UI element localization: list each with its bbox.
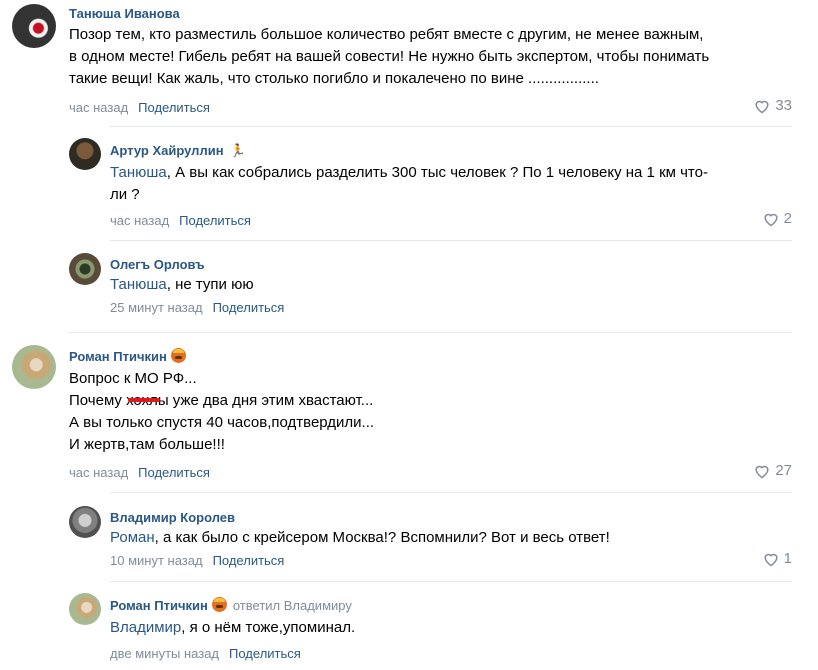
heart-icon: [764, 213, 778, 226]
comment-text: Роман, а как было с крейсером Москва!? В…: [110, 529, 610, 546]
share-button[interactable]: Поделиться: [213, 553, 285, 568]
comment-meta: час назад Поделиться: [110, 213, 251, 228]
comment-time[interactable]: час назад: [69, 100, 128, 115]
divider: [110, 492, 792, 493]
share-button[interactable]: Поделиться: [229, 646, 301, 661]
avatar[interactable]: [69, 593, 101, 625]
comment-author[interactable]: Танюша Иванова: [69, 6, 180, 21]
divider: [69, 332, 792, 333]
avatar[interactable]: [69, 138, 101, 170]
avatar[interactable]: [12, 345, 56, 389]
comment-author[interactable]: Роман Птичкин: [69, 348, 186, 364]
mention-link[interactable]: Владимир: [110, 619, 181, 636]
share-button[interactable]: Поделиться: [138, 465, 210, 480]
comment-time[interactable]: две минуты назад: [110, 646, 219, 661]
avatar[interactable]: [12, 4, 56, 48]
divider: [110, 240, 792, 241]
censor-mark: [128, 398, 160, 402]
share-button[interactable]: Поделиться: [138, 100, 210, 115]
comment-meta: 10 минут назад Поделиться: [110, 553, 284, 568]
heart-icon: [755, 100, 769, 113]
comment-time[interactable]: 25 минут назад: [110, 300, 203, 315]
share-button[interactable]: Поделиться: [179, 213, 251, 228]
mention-link[interactable]: Танюша: [110, 276, 167, 293]
comment-author[interactable]: Владимир Королев: [110, 510, 235, 525]
comment-time[interactable]: 10 минут назад: [110, 553, 203, 568]
like-count: 1: [783, 550, 792, 567]
comment-meta: час назад Поделиться: [69, 465, 210, 480]
heart-icon: [755, 465, 769, 478]
avatar[interactable]: [69, 506, 101, 538]
like-button[interactable]: 2: [762, 210, 792, 227]
like-button[interactable]: 33: [753, 97, 792, 114]
comment-text: Танюша, А вы как собрались разделить 300…: [110, 164, 708, 203]
comment-meta: час назад Поделиться: [69, 100, 210, 115]
divider: [110, 581, 792, 582]
share-button[interactable]: Поделиться: [213, 300, 285, 315]
comment-time[interactable]: час назад: [69, 465, 128, 480]
comment-author[interactable]: Олегъ Орловъ: [110, 257, 205, 272]
comment-text: Позор тем, кто разместиль большое количе…: [69, 26, 710, 87]
comment-author[interactable]: Роман Птичкин ответил Владимиру: [110, 597, 352, 613]
angry-emoji-icon: [211, 597, 227, 612]
comment-text: Вопрос к МО РФ... Почему хохлы уже два д…: [69, 370, 375, 453]
like-count: 33: [775, 97, 792, 114]
mention-link[interactable]: Роман: [110, 529, 155, 546]
comment-time[interactable]: час назад: [110, 213, 169, 228]
comment-author[interactable]: Артур Хайруллин 🏃: [110, 143, 246, 159]
replied-to[interactable]: ответил Владимиру: [233, 598, 352, 613]
heart-icon: [764, 553, 778, 566]
runner-icon: 🏃: [229, 143, 246, 158]
like-button[interactable]: 1: [762, 550, 792, 567]
angry-emoji-icon: [170, 348, 186, 363]
comment-meta: 25 минут назад Поделиться: [110, 300, 284, 315]
divider: [110, 126, 792, 127]
avatar[interactable]: [69, 253, 101, 285]
like-button[interactable]: 27: [753, 462, 792, 479]
comment-meta: две минуты назад Поделиться: [110, 646, 301, 661]
comment-text: Танюша, не тупи юю: [110, 276, 254, 293]
comment-text: Владимир, я о нём тоже,упоминал.: [110, 619, 356, 636]
mention-link[interactable]: Танюша: [110, 164, 167, 181]
like-count: 27: [775, 462, 792, 479]
like-count: 2: [783, 210, 792, 227]
